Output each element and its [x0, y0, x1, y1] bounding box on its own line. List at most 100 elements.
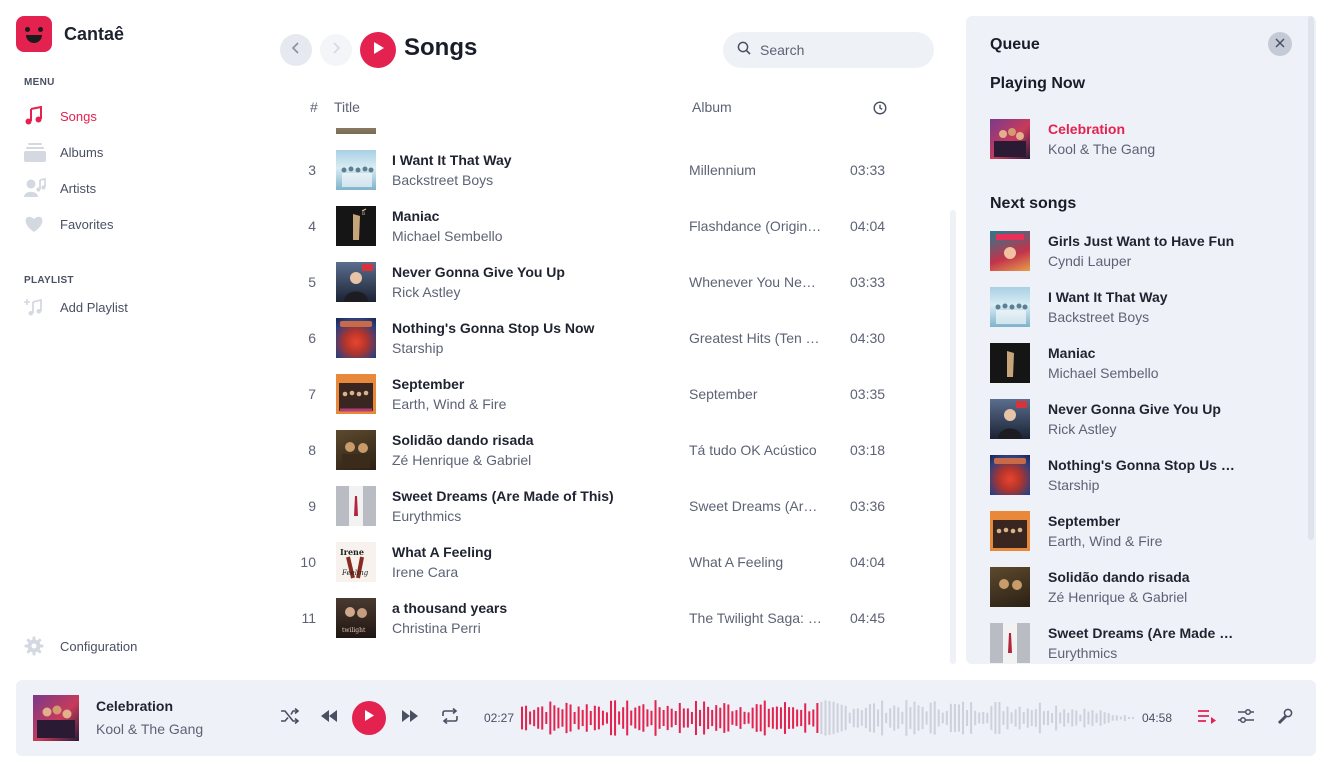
- waveform-seekbar[interactable]: [521, 698, 1136, 738]
- waveform-bar-played: [731, 711, 734, 725]
- queue-title: Queue: [990, 36, 1040, 53]
- queue-item[interactable]: Nothing's Gonna Stop Us Now Starship: [990, 453, 1290, 497]
- waveform-bar-played: [593, 705, 596, 731]
- table-row[interactable]: 10 Irene Feeling What A Feeling Irene Car…: [270, 534, 960, 590]
- brand[interactable]: Cantaê: [16, 16, 124, 52]
- shuffle-button[interactable]: [278, 706, 302, 730]
- previous-button[interactable]: [317, 706, 341, 730]
- waveform-bar: [998, 702, 1001, 734]
- song-artist: Starship: [1048, 477, 1100, 493]
- sidebar-item-label: Songs: [60, 108, 97, 124]
- song-album[interactable]: Sweet Dreams (Are Made of This): [689, 498, 823, 514]
- song-album[interactable]: Millennium: [689, 162, 823, 178]
- song-album[interactable]: September: [689, 386, 823, 402]
- waveform-bar-played: [788, 707, 791, 729]
- waveform-bar-played: [743, 711, 746, 725]
- waveform-bar-played: [630, 710, 633, 726]
- now-playing-artist[interactable]: Kool & The Gang: [96, 721, 203, 737]
- repeat-button[interactable]: [438, 706, 462, 730]
- song-artist[interactable]: Christina Perri: [392, 620, 481, 636]
- configuration-button[interactable]: Configuration: [24, 634, 137, 658]
- sidebar-item-label: Favorites: [60, 216, 114, 232]
- album-cover: [990, 287, 1030, 327]
- table-row[interactable]: 8 Solidão dando risada Zé Henrique & Gab…: [270, 422, 960, 478]
- play-all-button[interactable]: [360, 32, 396, 68]
- add-playlist-button[interactable]: Add Playlist: [24, 295, 128, 319]
- queue-item[interactable]: Maniac Michael Sembello: [990, 341, 1290, 385]
- album-cover: ß: [336, 206, 376, 246]
- queue-scrollbar[interactable]: [1308, 16, 1314, 540]
- table-row[interactable]: 9 Sweet Dreams (Are Made of This) Euryth…: [270, 478, 960, 534]
- close-queue-button[interactable]: [1268, 32, 1292, 56]
- repeat-icon: [441, 707, 459, 730]
- song-album[interactable]: Tá tudo OK Acústico: [689, 442, 823, 458]
- table-row[interactable]: 4 ß Maniac Michael Sembello Flashdance (…: [270, 198, 960, 254]
- waveform-bar: [1127, 717, 1130, 719]
- equalizer-button[interactable]: [1234, 706, 1258, 730]
- next-button[interactable]: [398, 706, 422, 730]
- waveform-bar-played: [715, 705, 718, 731]
- queue-item[interactable]: September Earth, Wind & Fire: [990, 509, 1290, 553]
- song-album[interactable]: Whenever You Need Somebody: [689, 274, 823, 290]
- play-pause-button[interactable]: [352, 701, 386, 735]
- queue-item[interactable]: Girls Just Want to Have Fun Cyndi Lauper: [990, 229, 1290, 273]
- song-title: Solidão dando risada: [392, 432, 534, 448]
- sidebar-item-albums[interactable]: Albums: [24, 140, 103, 164]
- song-artist[interactable]: Rick Astley: [392, 284, 460, 300]
- waveform-bar: [1099, 710, 1102, 726]
- waveform-bar-played: [634, 707, 637, 729]
- album-cover: [336, 430, 376, 470]
- back-button[interactable]: [280, 34, 312, 66]
- song-artist: Zé Henrique & Gabriel: [1048, 589, 1188, 605]
- table-row[interactable]: 11 twilight a thousand years Christina P…: [270, 590, 960, 646]
- song-album[interactable]: The Twilight Saga: Breaking Dawn: [689, 610, 823, 626]
- table-row[interactable]: 6 Nothing's Gonna Stop Us Now Starship G…: [270, 310, 960, 366]
- now-playing-cover: [33, 695, 79, 741]
- search-box[interactable]: [723, 32, 934, 68]
- song-artist[interactable]: Michael Sembello: [392, 228, 503, 244]
- song-title: What A Feeling: [392, 544, 493, 560]
- queue-now-playing[interactable]: Celebration Kool & The Gang: [990, 117, 1290, 161]
- column-album[interactable]: Album: [692, 99, 732, 115]
- song-artist[interactable]: Earth, Wind & Fire: [392, 396, 506, 412]
- queue-item[interactable]: Solidão dando risada Zé Henrique & Gabri…: [990, 565, 1290, 609]
- song-artist[interactable]: Backstreet Boys: [392, 172, 493, 188]
- song-album[interactable]: What A Feeling: [689, 554, 823, 570]
- song-artist[interactable]: Eurythmics: [392, 508, 461, 524]
- column-title[interactable]: Title: [334, 99, 360, 115]
- song-album[interactable]: Greatest Hits (Ten Years and Change): [689, 330, 823, 346]
- waveform-bar-played: [662, 709, 665, 727]
- queue-item[interactable]: Sweet Dreams (Are Made of This) Eurythmi…: [990, 621, 1290, 664]
- chevron-left-icon: [290, 41, 302, 59]
- queue-item[interactable]: Never Gonna Give You Up Rick Astley: [990, 397, 1290, 441]
- waveform-bar-played: [529, 711, 532, 725]
- column-number: #: [310, 99, 318, 115]
- waveform-bar: [994, 702, 997, 734]
- forward-button[interactable]: [320, 34, 352, 66]
- song-artist[interactable]: Irene Cara: [392, 564, 458, 580]
- queue-item[interactable]: I Want It That Way Backstreet Boys: [990, 285, 1290, 329]
- waveform-bar-played: [694, 700, 697, 736]
- queue-panel: Queue Playing Now Celebration Kool & The…: [966, 16, 1316, 664]
- waveform-bar-played: [577, 706, 580, 730]
- waveform-bar: [1075, 710, 1078, 726]
- microphone-button[interactable]: [1273, 706, 1297, 730]
- song-album[interactable]: Flashdance (Original Soundtrack): [689, 218, 823, 234]
- sidebar-item-songs[interactable]: Songs: [24, 104, 97, 128]
- song-artist[interactable]: Zé Henrique & Gabriel: [392, 452, 531, 468]
- table-row[interactable]: 7 September Earth, Wind & Fire September…: [270, 366, 960, 422]
- table-row[interactable]: 3 I Want It That Way Backstreet Boys Mil…: [270, 142, 960, 198]
- queue-toggle-button[interactable]: [1195, 706, 1219, 730]
- song-title: Maniac: [1048, 345, 1096, 361]
- waveform-bar-played: [735, 710, 738, 726]
- sidebar-item-artists[interactable]: Artists: [24, 176, 96, 200]
- song-artist[interactable]: Starship: [392, 340, 443, 356]
- sidebar-item-favorites[interactable]: Favorites: [24, 212, 113, 236]
- waveform-bar-played: [719, 707, 722, 729]
- table-row[interactable]: 5 Never Gonna Give You Up Rick Astley Wh…: [270, 254, 960, 310]
- search-input[interactable]: [760, 42, 920, 58]
- clock-icon[interactable]: [873, 101, 887, 118]
- table-row[interactable]: [270, 128, 960, 142]
- main-scrollbar[interactable]: [950, 210, 956, 664]
- waveform-bar-played: [658, 707, 661, 729]
